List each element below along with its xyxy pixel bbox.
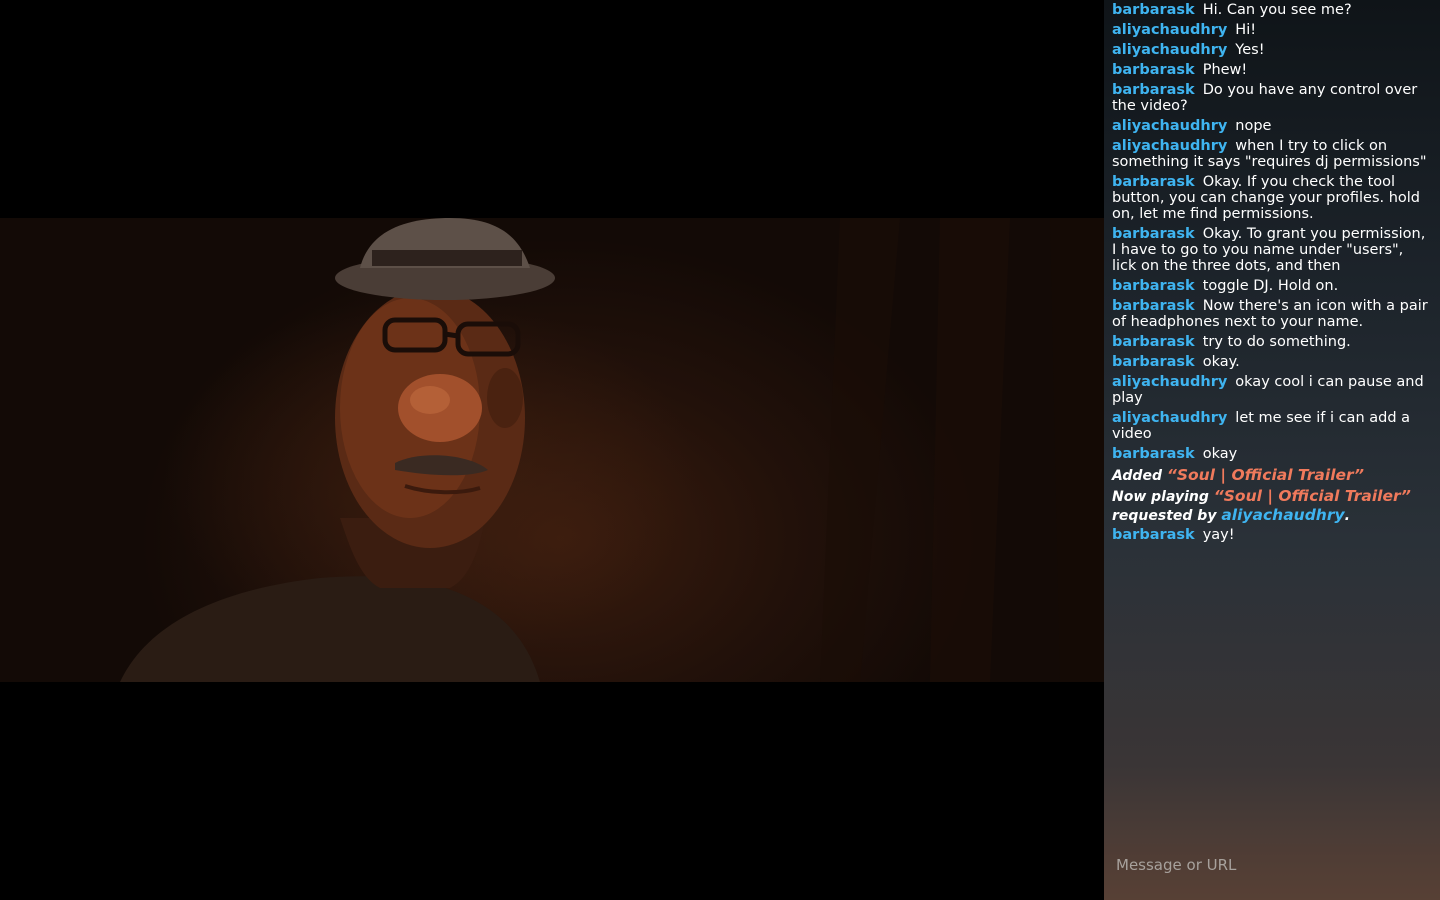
- message-text: Yes!: [1235, 42, 1265, 58]
- message-username[interactable]: barbarask: [1112, 334, 1195, 350]
- chat-messages: barbarask Hi. Can you see me? aliyachaudh…: [1104, 0, 1440, 844]
- chat-message: aliyachaudhry let me see if i can add a v…: [1112, 410, 1432, 442]
- message-username[interactable]: barbarask: [1112, 278, 1195, 294]
- message-username[interactable]: barbarask: [1112, 298, 1195, 314]
- message-text: yay!: [1202, 527, 1235, 543]
- now-playing-suffix: .: [1344, 508, 1350, 524]
- message-text: okay: [1202, 446, 1238, 462]
- message-text: Hi!: [1235, 22, 1257, 38]
- video-frame[interactable]: [0, 218, 1104, 682]
- chat-message: barbarask try to do something.: [1112, 334, 1432, 350]
- chat-panel: barbarask Hi. Can you see me? aliyachaudh…: [1104, 0, 1440, 900]
- message-username[interactable]: barbarask: [1112, 354, 1195, 370]
- chat-message: barbarask Hi. Can you see me?: [1112, 2, 1432, 18]
- chat-message: aliyachaudhry okay cool i can pause and p…: [1112, 374, 1432, 406]
- now-playing-title[interactable]: “Soul | Official Trailer”: [1214, 487, 1411, 505]
- message-username[interactable]: barbarask: [1112, 446, 1195, 462]
- message-username[interactable]: barbarask: [1112, 82, 1195, 98]
- video-still-image: [120, 218, 1104, 682]
- message-username[interactable]: aliyachaudhry: [1112, 22, 1227, 38]
- message-text: Hi. Can you see me?: [1202, 2, 1352, 18]
- chat-message: barbarask yay!: [1112, 527, 1432, 543]
- message-text: nope: [1235, 118, 1272, 134]
- chat-message: aliyachaudhry Yes!: [1112, 42, 1432, 58]
- message-username[interactable]: barbarask: [1112, 174, 1195, 190]
- video-player[interactable]: [0, 0, 1104, 900]
- chat-message: barbarask Now there's an icon with a pair…: [1112, 298, 1432, 330]
- chat-message: barbarask Do you have any control over th…: [1112, 82, 1432, 114]
- message-text: toggle DJ. Hold on.: [1202, 278, 1339, 294]
- message-text: Phew!: [1202, 62, 1248, 78]
- message-text: try to do something.: [1202, 334, 1351, 350]
- message-username[interactable]: aliyachaudhry: [1112, 138, 1227, 154]
- added-notice: Added “Soul | Official Trailer”: [1112, 466, 1432, 485]
- chat-message: aliyachaudhry when I try to click on some…: [1112, 138, 1432, 170]
- message-username[interactable]: barbarask: [1112, 62, 1195, 78]
- chat-message: barbarask okay: [1112, 446, 1432, 462]
- chat-message: barbarask okay.: [1112, 354, 1432, 370]
- message-username[interactable]: barbarask: [1112, 527, 1195, 543]
- message-text: okay.: [1202, 354, 1240, 370]
- added-video-title[interactable]: “Soul | Official Trailer”: [1167, 466, 1364, 484]
- now-playing-prefix: Now playing: [1112, 489, 1209, 505]
- chat-message: barbarask Okay. To grant you permission, …: [1112, 226, 1432, 274]
- message-username[interactable]: aliyachaudhry: [1112, 410, 1227, 426]
- message-username[interactable]: aliyachaudhry: [1112, 42, 1227, 58]
- message-composer: [1104, 844, 1440, 900]
- requested-by-label: requested by: [1112, 508, 1217, 524]
- chat-message: barbarask toggle DJ. Hold on.: [1112, 278, 1432, 294]
- chat-message: barbarask Okay. If you check the tool but…: [1112, 174, 1432, 222]
- app-window: barbarask Hi. Can you see me? aliyachaudh…: [0, 0, 1440, 900]
- message-input[interactable]: [1104, 844, 1440, 886]
- chat-message: aliyachaudhry Hi!: [1112, 22, 1432, 38]
- added-prefix: Added: [1112, 468, 1162, 484]
- chat-message: aliyachaudhry nope: [1112, 118, 1432, 134]
- chat-message: barbarask Phew!: [1112, 62, 1432, 78]
- message-username[interactable]: aliyachaudhry: [1112, 118, 1227, 134]
- message-username[interactable]: barbarask: [1112, 226, 1195, 242]
- now-playing-notice: Now playing “Soul | Official Trailer” req…: [1112, 487, 1432, 525]
- message-username[interactable]: barbarask: [1112, 2, 1195, 18]
- message-username[interactable]: aliyachaudhry: [1112, 374, 1227, 390]
- requested-by-user[interactable]: aliyachaudhry: [1221, 506, 1344, 524]
